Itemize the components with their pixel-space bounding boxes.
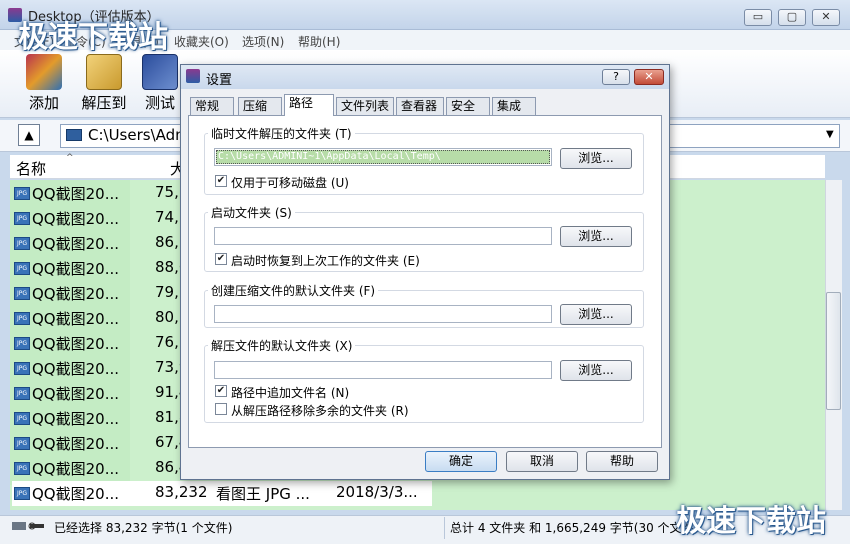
drive-icon xyxy=(66,129,82,141)
jpg-file-icon: JPG xyxy=(14,462,30,475)
removable-only-label: 仅用于可移动磁盘 (U) xyxy=(231,176,349,190)
jpg-file-icon: JPG xyxy=(14,312,30,325)
extract-to-label: 解压到 xyxy=(81,94,127,112)
startup-folder-title: 启动文件夹 (S) xyxy=(208,204,295,221)
address-path: C:\Users\Adm xyxy=(88,126,190,144)
watermark-bottom: 极速下载站 xyxy=(676,504,826,539)
tab-integration[interactable]: 集成 xyxy=(492,97,536,116)
tab-viewer[interactable]: 查看器 xyxy=(396,97,444,116)
extract-to-button[interactable]: 解压到 xyxy=(74,52,134,116)
append-archive-name-checkbox[interactable]: ✔ xyxy=(215,385,227,397)
tab-file-list[interactable]: 文件列表 xyxy=(336,97,394,116)
append-archive-name-label: 路径中追加文件名 (N) xyxy=(231,386,350,400)
scrollbar-thumb[interactable] xyxy=(826,292,841,410)
tab-compression[interactable]: 压缩 xyxy=(238,97,282,116)
temp-browse-button[interactable]: 浏览... xyxy=(560,148,632,169)
file-name: QQ截图20... xyxy=(32,385,120,403)
file-name: QQ截图20... xyxy=(32,435,120,453)
file-name: QQ截图20... xyxy=(32,410,120,428)
jpg-file-icon: JPG xyxy=(14,212,30,225)
ok-button[interactable]: 确定 xyxy=(425,451,497,472)
default-archive-browse-button[interactable]: 浏览... xyxy=(560,304,632,325)
startup-browse-button[interactable]: 浏览... xyxy=(560,226,632,247)
file-date: 2018/3/3... xyxy=(336,483,418,501)
add-button[interactable]: 添加 xyxy=(14,52,74,116)
jpg-file-icon: JPG xyxy=(14,362,30,375)
restore-last-folder-label: 启动时恢复到上次工作的文件夹 (E) xyxy=(231,254,420,268)
test-book-icon xyxy=(142,54,178,90)
default-archive-folder-title: 创建压缩文件的默认文件夹 (F) xyxy=(208,282,379,299)
minimize-button[interactable]: ▭ xyxy=(744,9,772,26)
up-folder-button[interactable]: ▲ xyxy=(18,124,40,146)
file-name: QQ截图20... xyxy=(32,285,120,303)
rar-books-icon xyxy=(26,54,62,90)
sort-ascending-icon: ^ xyxy=(66,153,74,163)
file-name: QQ截图20... xyxy=(32,235,120,253)
tab-security[interactable]: 安全 xyxy=(446,97,490,116)
watermark-top: 极速下载站 xyxy=(18,20,168,55)
jpg-file-icon: JPG xyxy=(14,387,30,400)
temp-folder-title: 临时文件解压的文件夹 (T) xyxy=(208,125,355,142)
file-name: QQ截图20... xyxy=(32,360,120,378)
jpg-file-icon: JPG xyxy=(14,187,30,200)
file-name: QQ截图20... xyxy=(32,335,120,353)
file-size: 83,232 xyxy=(155,483,208,501)
status-divider xyxy=(444,517,445,539)
column-header-name[interactable]: 名称 xyxy=(16,158,46,179)
list-item[interactable]: JPG QQ截图20... 83,232 看图王 JPG ... 2018/3/3... xyxy=(12,481,432,506)
menu-help[interactable]: 帮助(H) xyxy=(298,33,340,50)
dialog-title: 设置 xyxy=(206,73,233,88)
dialog-app-icon xyxy=(186,69,200,83)
close-button[interactable]: ✕ xyxy=(812,9,840,26)
temp-folder-value: C:\Users\ADMINI~1\AppData\Local\Temp\ xyxy=(216,150,550,164)
tab-general[interactable]: 常规 xyxy=(190,97,234,116)
jpg-file-icon: JPG xyxy=(14,287,30,300)
jpg-file-icon: JPG xyxy=(14,412,30,425)
file-name: QQ截图20... xyxy=(32,260,120,278)
restore-last-folder-checkbox[interactable]: ✔ xyxy=(215,253,227,265)
extract-folder-input[interactable] xyxy=(214,361,552,379)
extract-browse-button[interactable]: 浏览... xyxy=(560,360,632,381)
add-label: 添加 xyxy=(28,94,59,112)
dialog-help-button[interactable]: ? xyxy=(602,69,630,85)
file-name: QQ截图20... xyxy=(32,460,120,478)
jpg-file-icon: JPG xyxy=(14,262,30,275)
remove-redundant-folders-label: 从解压路径移除多余的文件夹 (R) xyxy=(231,404,409,418)
default-archive-folder-input[interactable] xyxy=(214,305,552,323)
file-name: QQ截图20... xyxy=(32,310,120,328)
file-type: 看图王 JPG ... xyxy=(216,485,310,503)
extract-folder-title: 解压文件的默认文件夹 (X) xyxy=(208,337,356,354)
extract-folder-icon xyxy=(86,54,122,90)
status-selection: 已经选择 83,232 字节(1 个文件) xyxy=(54,521,233,535)
dialog-title-bar xyxy=(181,65,669,89)
tab-paths[interactable]: 路径 xyxy=(284,94,334,116)
file-name: QQ截图20... xyxy=(32,185,120,203)
removable-only-checkbox[interactable]: ✔ xyxy=(215,175,227,187)
startup-folder-input[interactable] xyxy=(214,227,552,245)
menu-favorites[interactable]: 收藏夹(O) xyxy=(174,33,229,50)
cancel-button[interactable]: 取消 xyxy=(506,451,578,472)
status-total: 总计 4 文件夹 和 1,665,249 字节(30 个文件) xyxy=(450,521,699,535)
help-button[interactable]: 帮助 xyxy=(586,451,658,472)
menu-options[interactable]: 选项(N) xyxy=(242,33,284,50)
jpg-file-icon: JPG xyxy=(14,337,30,350)
file-name: QQ截图20... xyxy=(32,485,120,503)
remove-redundant-folders-checkbox[interactable] xyxy=(215,403,227,415)
address-dropdown-icon[interactable]: ▼ xyxy=(826,129,834,140)
file-name: QQ截图20... xyxy=(32,210,120,228)
dialog-close-button[interactable]: ✕ xyxy=(634,69,664,85)
jpg-file-icon: JPG xyxy=(14,237,30,250)
status-drive-key-icon xyxy=(12,520,46,532)
maximize-button[interactable]: ▢ xyxy=(778,9,806,26)
jpg-file-icon: JPG xyxy=(14,487,30,500)
jpg-file-icon: JPG xyxy=(14,437,30,450)
